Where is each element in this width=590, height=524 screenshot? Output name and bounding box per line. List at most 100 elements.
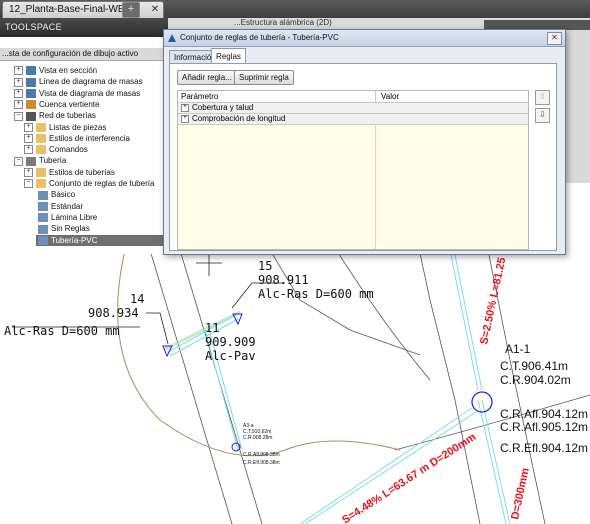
value-column-line (375, 125, 376, 249)
column-divider (375, 91, 376, 102)
manhole-a3-a-cr: C.R.908.28m (243, 435, 272, 441)
pipe-rules-dialog: Conjunto de reglas de tubería - Tubería-… (163, 29, 566, 255)
tree-item-label: Conjunto de reglas de tubería (49, 179, 155, 188)
column-value[interactable]: Valor (381, 91, 399, 102)
tree-item[interactable]: + Vista de diagrama de masas (14, 88, 140, 99)
rule-set-icon (38, 224, 48, 234)
node-15-id: 15 (258, 259, 272, 273)
rules-grid-header: Parámetro Valor (178, 91, 528, 103)
tree-item-label: Estilos de interferencia (49, 133, 130, 143)
section-view-icon (26, 66, 36, 76)
node-15-elevation: 908.911 (258, 273, 309, 287)
manhole-a1-1-cr-efl: C.R.Efl.904.12m (500, 441, 588, 455)
dialog-title: Conjunto de reglas de tubería - Tubería-… (180, 33, 339, 42)
rule-set-icon (38, 190, 48, 200)
tree-item-label: Lámina Libre (51, 212, 98, 222)
tree-item[interactable]: + Cuenca vertiente (14, 99, 99, 110)
tree-item[interactable]: + Línea de diagrama de masas (14, 76, 143, 87)
pipe-label-diagonal: S=4.48% L=63.67 m D=200mm (340, 431, 478, 524)
expand-icon[interactable]: + (14, 88, 23, 98)
move-up-button[interactable]: ⇧ (535, 90, 550, 105)
tree-item-label: Línea de diagrama de masas (39, 77, 143, 87)
tree-item[interactable]: Estándar (38, 201, 83, 212)
pipe-network-icon (26, 111, 36, 121)
expand-icon[interactable]: + (24, 134, 33, 144)
rules-tab-panel: Añadir regla... Suprimir regla Parámetro… (169, 63, 557, 251)
pipe-label-vertical-bottom: D=300mm (509, 467, 532, 521)
manhole-a3-a-cr-afl: C.R.Afl.908.38m (243, 452, 280, 458)
tree-item-label: Básico (51, 190, 76, 200)
app-icon (168, 34, 176, 42)
tree-item[interactable]: + Estilos de tuberías (24, 167, 115, 178)
collapse-icon[interactable]: − (14, 156, 23, 166)
tab-reglas[interactable]: Reglas (211, 48, 246, 64)
tree-item[interactable]: Lámina Libre (38, 212, 97, 223)
background-window-title: ...Estructura alámbrica (2D) (234, 18, 332, 27)
folder-icon (36, 134, 46, 144)
rule-row[interactable]: + Comprobación de longitud (178, 114, 528, 125)
folder-icon (36, 145, 46, 155)
catchment-icon (26, 100, 36, 110)
rule-set-icon (38, 213, 48, 223)
tree-item-label: Sin Reglas (51, 224, 90, 234)
tree-item-label: Tubería (39, 156, 67, 166)
rule-set-icon (38, 235, 48, 245)
tree-item[interactable]: Tubería-PVC (36, 234, 163, 246)
manhole-a1-1-ct: C.T.906.41m (500, 359, 568, 373)
tree-item[interactable]: + Vista en sección (14, 65, 97, 76)
expand-icon[interactable]: + (24, 168, 33, 178)
close-icon[interactable]: ✕ (151, 2, 159, 18)
expand-icon[interactable]: + (181, 114, 189, 123)
node-11-id: 11 (205, 321, 219, 335)
rule-row-label: Cobertura y talud (192, 103, 254, 112)
node-14-elevation: 908.934 (88, 306, 139, 320)
expand-icon[interactable]: + (14, 66, 23, 76)
settings-tree: + Vista en sección + Línea de diagrama de m… (0, 65, 163, 254)
tree-item[interactable]: − Conjunto de reglas de tubería (24, 178, 154, 189)
tree-item-label: Tubería-PVC (51, 235, 98, 245)
tree-item[interactable]: − Red de tuberías (14, 110, 96, 121)
dialog-close-button[interactable]: ✕ (547, 32, 562, 45)
mass-haul-view-icon (26, 88, 36, 98)
folder-icon (36, 168, 46, 178)
add-rule-button[interactable]: Añadir regla... (177, 70, 237, 85)
toolspace-panel: TOOLSPACE ...sta de configuración de dib… (0, 18, 168, 254)
tree-item-label: Red de tuberías (39, 111, 96, 121)
node-14-label: Alc-Ras D=600 mm (4, 324, 120, 338)
move-down-button[interactable]: ⇩ (535, 108, 550, 123)
tree-item-label: Vista en sección (39, 66, 98, 75)
document-tab-bar: 12_Planta-Base-Final-WEB* ✕ + (0, 0, 590, 18)
dialog-title-bar[interactable]: Conjunto de reglas de tubería - Tubería-… (164, 30, 565, 47)
collapse-icon[interactable]: − (14, 111, 23, 121)
manhole-a3-a-cr-efl: C.R.Efl.908.38m (243, 460, 280, 466)
collapse-icon[interactable]: − (24, 179, 33, 189)
toolspace-header: ...sta de configuración de dibujo activo (0, 48, 165, 61)
pipe-icon (26, 156, 36, 166)
tree-item[interactable]: − Tubería (14, 155, 66, 166)
tree-item-label: Vista de diagrama de masas (39, 88, 141, 98)
expand-icon[interactable]: + (24, 122, 33, 132)
expand-icon[interactable]: + (181, 103, 189, 112)
manhole-a1-1-cr-afl1: C.R.Afl.904.12m (500, 407, 588, 421)
column-parameter[interactable]: Parámetro (181, 91, 218, 102)
folder-icon (36, 179, 46, 189)
tree-item-label: Comandos (49, 145, 88, 155)
tree-item[interactable]: + Comandos (24, 144, 88, 155)
folder-icon (36, 122, 46, 132)
node-11-label: Alc-Pav (205, 349, 256, 363)
rule-set-icon (38, 201, 48, 211)
tree-item[interactable]: + Estilos de interferencia (24, 133, 130, 144)
tree-item[interactable]: Sin Reglas (38, 223, 90, 234)
node-15-label: Alc-Ras D=600 mm (258, 287, 374, 301)
expand-icon[interactable]: + (14, 77, 23, 87)
tree-item[interactable]: + Listas de piezas (24, 122, 106, 133)
expand-icon[interactable]: + (24, 145, 33, 155)
tree-item-label: Estándar (51, 201, 84, 211)
new-tab-button[interactable]: + (122, 2, 140, 18)
rule-row[interactable]: + Cobertura y talud (178, 103, 528, 114)
expand-icon[interactable]: + (14, 100, 23, 110)
delete-rule-button[interactable]: Suprimir regla (234, 70, 294, 85)
manhole-a1-1-cr: C.R.904.02m (500, 373, 571, 387)
tree-item-label: Estilos de tuberías (49, 167, 115, 177)
tree-item[interactable]: Básico (38, 189, 75, 200)
